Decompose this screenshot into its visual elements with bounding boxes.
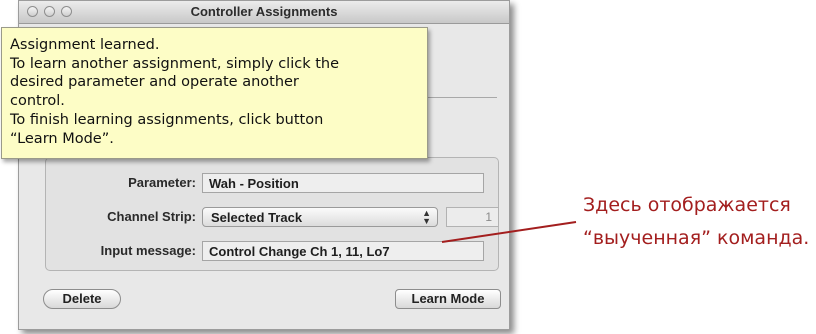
window-title: Controller Assignments: [190, 4, 338, 19]
annotation-line-2: “выученная” команда.: [583, 227, 810, 249]
tooltip-line: control.: [10, 93, 65, 110]
tooltip-line: desired parameter and operate another: [10, 74, 299, 91]
annotation-line-1: Здесь отображается: [583, 194, 791, 216]
assignment-details-group: Parameter: Wah - Position Channel Strip:…: [45, 157, 499, 271]
input-message-label: Input message:: [100, 243, 196, 258]
channel-strip-popup[interactable]: Selected Track ▲ ▼: [202, 207, 438, 227]
tooltip-line: To learn another assignment, simply clic…: [10, 55, 340, 72]
tooltip-line: To finish learning assignments, click bu…: [10, 111, 324, 128]
annotation-callout: Здесь отображается “выученная” команда.: [583, 189, 809, 255]
assignment-learned-tooltip: Assignment learned. To learn another ass…: [1, 27, 428, 159]
parameter-field[interactable]: Wah - Position: [202, 173, 484, 193]
annotation-leader-line: [441, 221, 577, 243]
tooltip-line: Assignment learned.: [10, 37, 160, 53]
popup-arrows-icon: ▲ ▼: [422, 208, 431, 226]
delete-button[interactable]: Delete: [43, 289, 121, 309]
learn-mode-button[interactable]: Learn Mode: [395, 289, 501, 309]
channel-strip-label: Channel Strip:: [107, 209, 196, 224]
tooltip-line: “Learn Mode”.: [10, 130, 114, 147]
parameter-label: Parameter:: [128, 175, 196, 190]
channel-strip-value: Selected Track: [211, 210, 303, 225]
title-bar: Controller Assignments: [19, 1, 509, 24]
